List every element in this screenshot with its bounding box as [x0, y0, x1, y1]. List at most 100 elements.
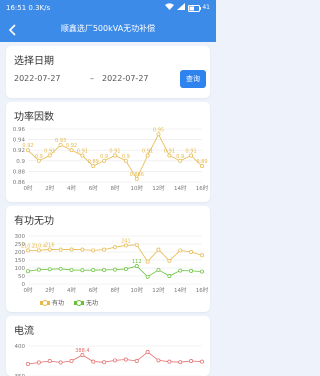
legend-active[interactable]: 有功 [40, 298, 64, 307]
data-point [134, 242, 139, 247]
app-bar: 顺鑫选厂500kVA无功补偿 [0, 16, 216, 42]
x-tick-label: 14时 [174, 286, 187, 294]
x-tick-label: 10时 [131, 286, 144, 294]
x-tick-label: 12时 [152, 286, 165, 294]
data-label: 0.91 [109, 149, 120, 155]
data-point [145, 350, 150, 354]
chart-legend: 有功 无功 [40, 298, 98, 307]
data-point [36, 360, 41, 365]
data-point [102, 247, 107, 252]
data-label: 0.95 [153, 127, 164, 133]
wifi-icon [165, 0, 175, 16]
data-point [178, 248, 183, 253]
data-label: 0.91 [44, 149, 55, 155]
data-label: 112 [132, 259, 142, 265]
data-label: 0.92 [66, 143, 77, 149]
x-tick-label: 12时 [152, 184, 165, 192]
x-tick-label: 8时 [111, 184, 120, 192]
x-tick-label: 14时 [174, 184, 187, 192]
data-point [102, 267, 107, 272]
x-tick-label: 4时 [67, 286, 76, 294]
data-label: 0.91 [77, 149, 88, 155]
data-point [69, 247, 74, 252]
x-tick-label: 2时 [45, 286, 54, 294]
x-tick-label: 6时 [89, 286, 98, 294]
data-point [156, 267, 161, 272]
current-chart: 400350388.4 [15, 344, 204, 376]
data-label: 0.9 [122, 154, 130, 160]
data-label: 0.92 [22, 143, 33, 149]
y-tick-label: 0.96 [13, 127, 26, 133]
data-point [189, 250, 194, 254]
y-tick-label: 150 [15, 258, 26, 264]
data-point [91, 248, 96, 253]
battery-level: 41 [202, 4, 210, 11]
data-point [145, 274, 150, 279]
data-point [145, 259, 150, 264]
data-point [200, 253, 204, 258]
x-tick-label: 2时 [45, 184, 54, 192]
data-point [113, 358, 117, 363]
data-label: 0.91 [186, 149, 197, 155]
power-factor-card: 功率因数 0.96 0.94 0.92 0.9 0.88 0.86 0时 2时 4时 6时 8时 10… [6, 102, 210, 202]
data-label: 210.4 [32, 243, 46, 249]
x-tick-label: 4时 [67, 184, 76, 192]
data-point [91, 268, 96, 273]
data-point [156, 358, 161, 363]
active-reactive-chart: 3002502001501005000时 2时 4时 6时 8时 10时 12时 14时 16时… [15, 234, 209, 294]
x-tick-label: 6时 [89, 184, 98, 192]
data-point [91, 359, 96, 364]
power-factor-chart: 0.960.940.920.90.880.860时 2时 4时 6时 8时 10时 12时 1… [13, 127, 209, 192]
data-point [113, 245, 117, 250]
page-title: 顺鑫选厂500kVA无功补偿 [60, 24, 156, 33]
data-label: 0.91 [142, 149, 153, 155]
data-label: 216 [45, 242, 55, 248]
date-card-title: 选择日期 [14, 56, 54, 67]
x-tick-label: 0时 [24, 184, 33, 192]
query-button[interactable]: 查询 [180, 70, 206, 88]
data-point [47, 267, 52, 272]
status-time: 16:51 0.3K/s [6, 4, 51, 12]
data-point [26, 362, 30, 366]
x-tick-label: 16时 [196, 184, 209, 192]
data-point [123, 267, 128, 271]
data-point [189, 268, 194, 273]
data-label: 0.9 [176, 154, 184, 160]
y-tick-label: 400 [15, 344, 26, 350]
y-tick-label: 200 [15, 250, 26, 256]
data-point [178, 268, 183, 273]
data-point [58, 247, 63, 252]
x-tick-label: 10时 [131, 184, 144, 192]
data-label: 241 [121, 238, 131, 244]
data-label: 0.89 [196, 159, 207, 165]
data-label: 0.93 [55, 138, 66, 144]
data-point [113, 267, 117, 272]
active-reactive-card: 有功无功 300 250 200 150 100 50 0 0时 2时 4时 6时 8时 10时 12时 1… [6, 206, 210, 312]
data-point [167, 359, 172, 364]
data-label: 0.866 [130, 172, 144, 178]
data-label: 0.9 [100, 154, 108, 160]
y-tick-label: 50 [18, 274, 25, 280]
data-point [58, 266, 63, 271]
y-tick-label: 100 [15, 266, 26, 272]
current-card: 电流 400350388.4 [6, 316, 210, 376]
data-point [200, 359, 204, 364]
data-label: 0.89 [88, 159, 99, 165]
y-tick-label: 0.9 [16, 159, 25, 165]
data-point [80, 268, 85, 273]
data-point [69, 267, 74, 272]
data-point [58, 360, 63, 365]
signal-icon [177, 0, 186, 16]
x-tick-label: 8时 [111, 286, 120, 294]
start-date-field[interactable]: 2022-07-27 [14, 74, 61, 83]
status-bar: 16:51 0.3K/s 41 [0, 0, 216, 16]
date-separator: – [90, 74, 94, 83]
y-tick-label: 0.88 [13, 169, 26, 175]
y-tick-label: 300 [15, 234, 26, 240]
data-point [26, 269, 30, 274]
data-label: 0.9 [35, 154, 43, 160]
end-date-field[interactable]: 2022-07-27 [102, 74, 149, 83]
data-point [200, 269, 204, 274]
legend-reactive[interactable]: 无功 [74, 298, 98, 307]
data-point [156, 247, 161, 252]
